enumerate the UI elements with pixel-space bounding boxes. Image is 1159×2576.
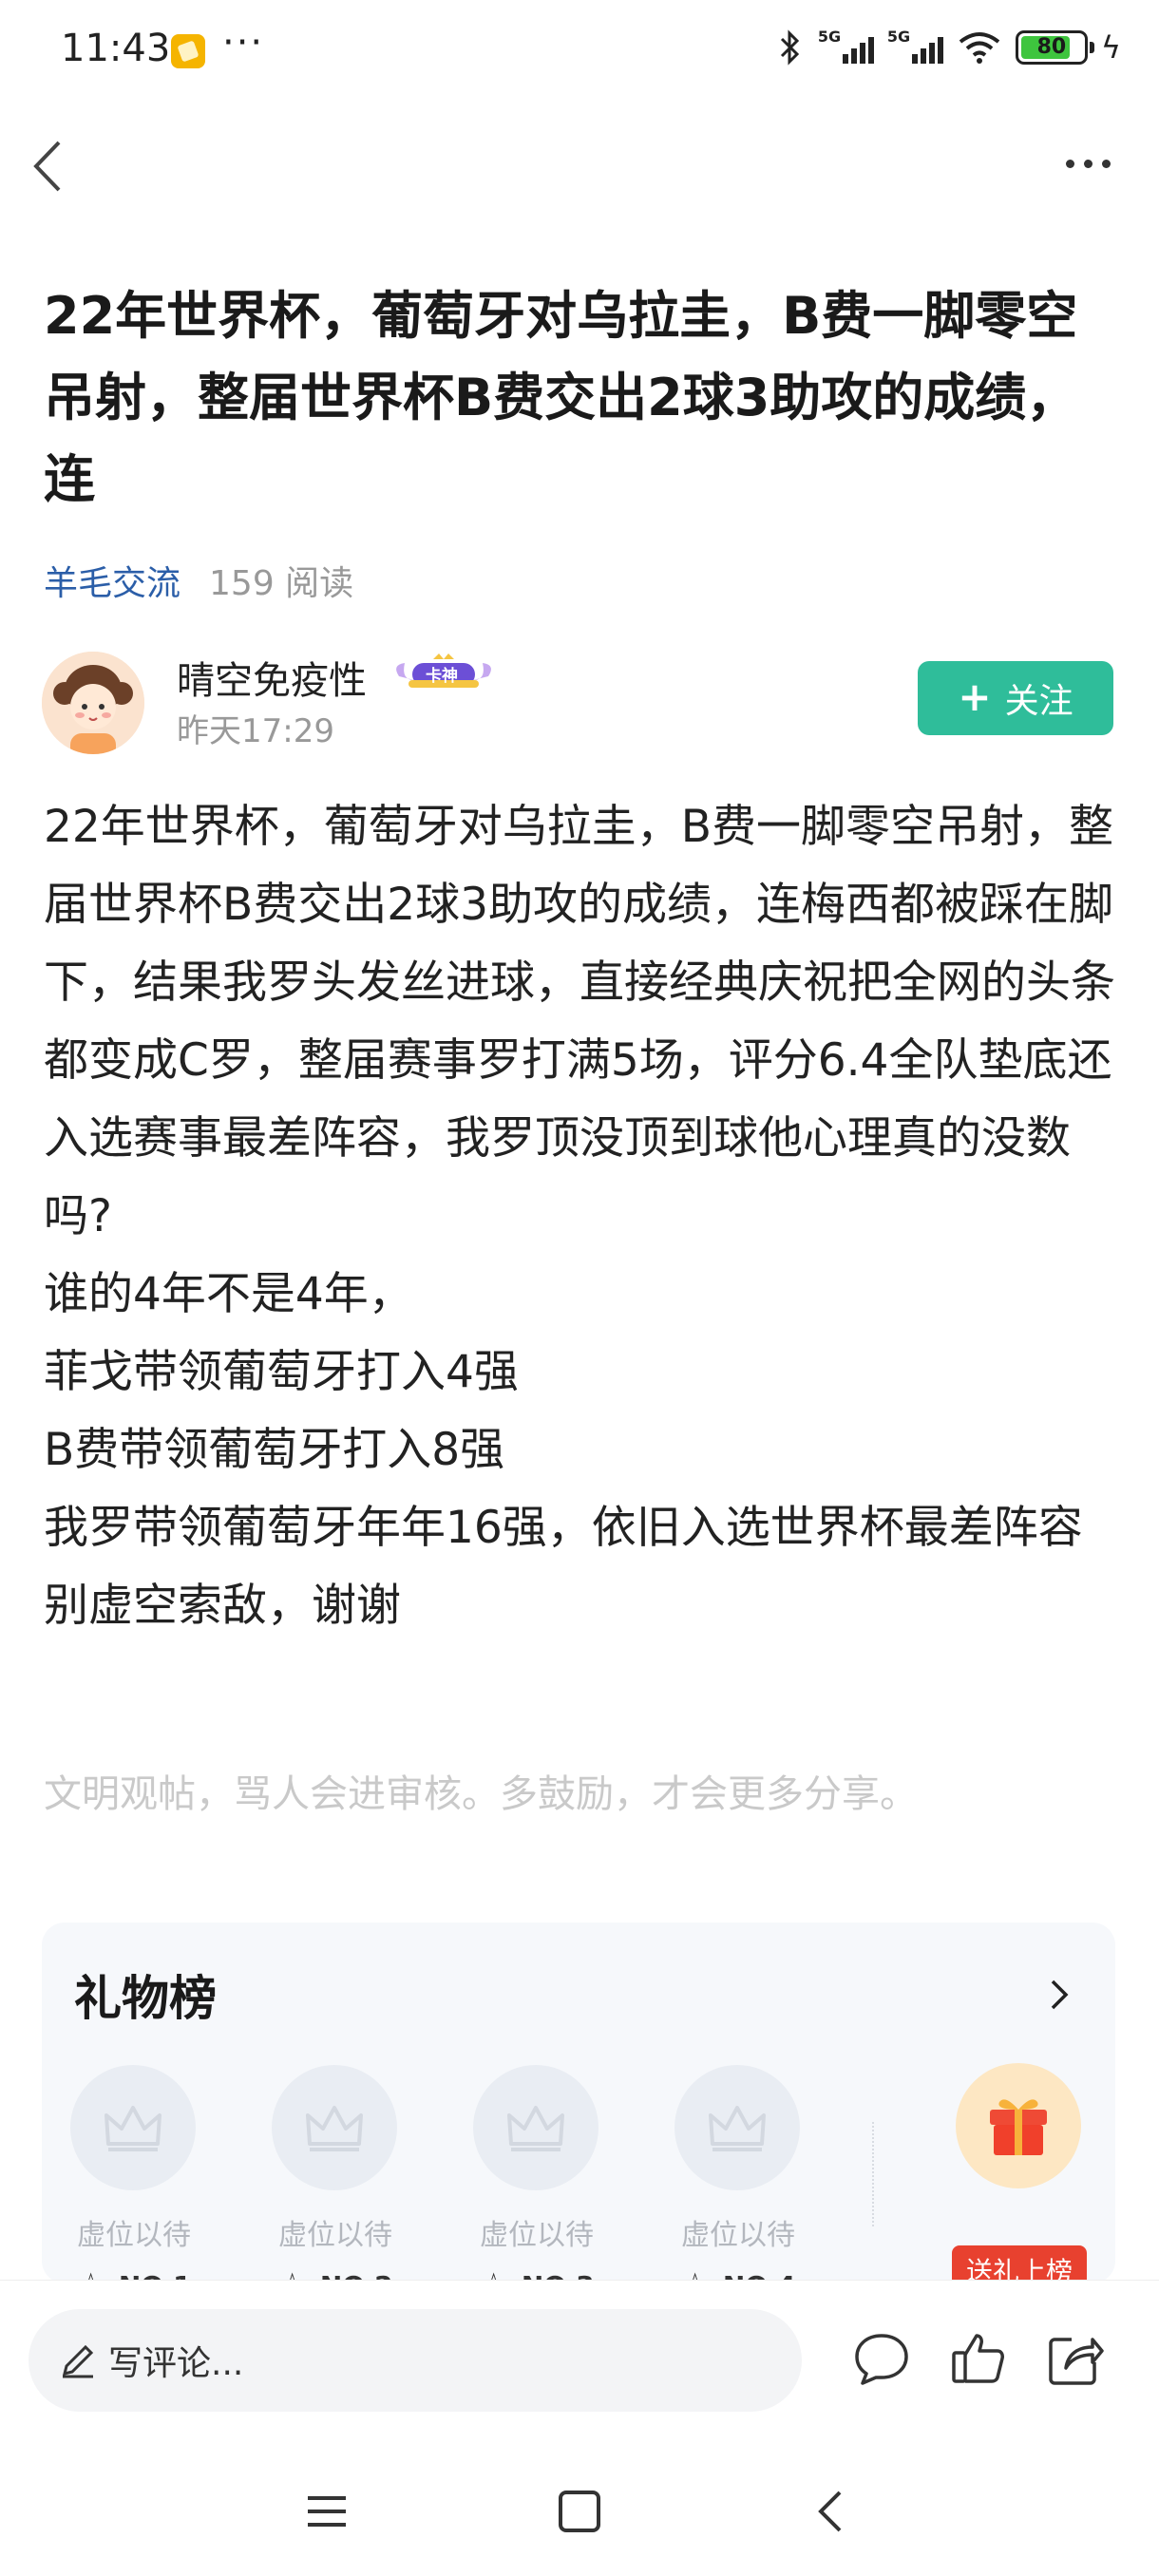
gift-slot[interactable]: 虚位以待 ☆NO.4 — [674, 2065, 802, 2283]
gift-slot-label: 虚位以待 — [77, 2219, 191, 2252]
signal-icon-1: 5G — [818, 28, 874, 64]
post-body: 22年世界杯，葡萄牙对乌拉圭，B费一脚零空吊射，整届世界杯B费交出2球3助攻的成… — [44, 788, 1123, 1645]
post-meta: 羊毛交流 159 阅读 — [44, 556, 353, 605]
gift-slot-label: 虚位以待 — [681, 2219, 795, 2252]
post-time: 昨天17:29 — [177, 712, 334, 750]
comment-placeholder: 写评论... — [108, 2344, 244, 2383]
status-time: 11:43 — [61, 27, 171, 70]
read-count: 159 阅读 — [209, 564, 354, 603]
divider — [872, 2122, 874, 2226]
gift-slot[interactable]: 虚位以待 ☆NO.2 — [272, 2065, 399, 2283]
plus-icon: + — [958, 672, 992, 720]
gift-slot[interactable]: 虚位以待 ☆NO.3 — [473, 2065, 600, 2283]
body-paragraph: 我罗带领葡萄牙年年16强，依旧入选世界杯最差阵容 — [44, 1502, 1083, 1554]
notification-app-icon — [171, 34, 205, 68]
follow-button[interactable]: + 关注 — [918, 661, 1113, 735]
gift-board-title: 礼物榜 — [74, 1971, 217, 2026]
circle-link[interactable]: 羊毛交流 — [44, 556, 180, 605]
send-gift-button[interactable] — [956, 2063, 1081, 2188]
charging-icon: ϟ — [1100, 29, 1121, 66]
crown-icon — [709, 2106, 766, 2151]
gift-slot-label: 虚位以待 — [480, 2219, 594, 2252]
gift-board[interactable]: 礼物榜 虚位以待 ☆NO.1 虚位以待 ☆NO.2 虚位以待 ☆NO.3 虚位以… — [42, 1923, 1115, 2283]
signal-icon-2: 5G — [887, 28, 943, 64]
back-nav-icon[interactable] — [802, 2481, 863, 2542]
status-indicators: 5G 5G 80 ϟ — [776, 28, 1121, 66]
body-paragraph: 菲戈带领葡萄牙打入4强 — [44, 1346, 519, 1398]
gift-slot-label: 虚位以待 — [278, 2219, 392, 2252]
home-icon[interactable] — [549, 2481, 610, 2542]
wifi-icon — [959, 32, 1000, 64]
author-name[interactable]: 晴空免疫性 — [177, 650, 367, 705]
post-title: 22年世界杯，葡萄牙对乌拉圭，B费一脚零空吊射，整届世界杯B费交出2球3助攻的成… — [44, 286, 1078, 509]
bluetooth-icon — [780, 29, 800, 66]
send-gift-label[interactable]: 送礼上榜 — [952, 2245, 1087, 2283]
system-nav-bar — [0, 2447, 1159, 2576]
more-notifications-icon: ··· — [222, 21, 265, 65]
gift-box-icon — [990, 2099, 1047, 2155]
gift-slot[interactable]: 虚位以待 ☆NO.1 — [70, 2065, 198, 2283]
author-badge: 卡神 — [391, 652, 496, 697]
avatar-image — [42, 652, 144, 754]
crown-icon — [306, 2106, 363, 2151]
crown-icon — [507, 2106, 564, 2151]
status-bar: 11:43 ··· 5G 5G 80 ϟ — [0, 0, 1159, 106]
like-icon[interactable] — [948, 2328, 1009, 2389]
body-paragraph: B费带领葡萄牙打入8强 — [44, 1424, 505, 1476]
back-button[interactable] — [23, 133, 80, 199]
comment-input[interactable]: 写评论... — [28, 2309, 802, 2412]
body-paragraph: 谁的4年不是4年， — [44, 1268, 413, 1320]
menu-icon[interactable] — [296, 2481, 357, 2542]
follow-label: 关注 — [1004, 682, 1074, 721]
avatar[interactable] — [42, 652, 144, 754]
pencil-icon — [62, 2344, 94, 2378]
body-paragraph: 别虚空索敌，谢谢 — [44, 1580, 401, 1632]
chevron-left-icon — [33, 141, 61, 192]
share-icon[interactable] — [1045, 2328, 1106, 2389]
crown-icon — [104, 2106, 162, 2151]
chevron-right-icon[interactable] — [1045, 1976, 1074, 2014]
author-badge-text: 卡神 — [426, 667, 458, 686]
more-options-button[interactable] — [1054, 144, 1121, 182]
battery-icon: 80 — [1015, 30, 1094, 65]
comment-icon[interactable] — [851, 2328, 912, 2389]
bottom-action-bar: 写评论... — [0, 2280, 1159, 2447]
body-paragraph: 22年世界杯，葡萄牙对乌拉圭，B费一脚零空吊射，整届世界杯B费交出2球3助攻的成… — [44, 801, 1115, 1242]
community-notice: 文明观帖，骂人会进审核。多鼓励，才会更多分享。 — [44, 1772, 918, 1816]
